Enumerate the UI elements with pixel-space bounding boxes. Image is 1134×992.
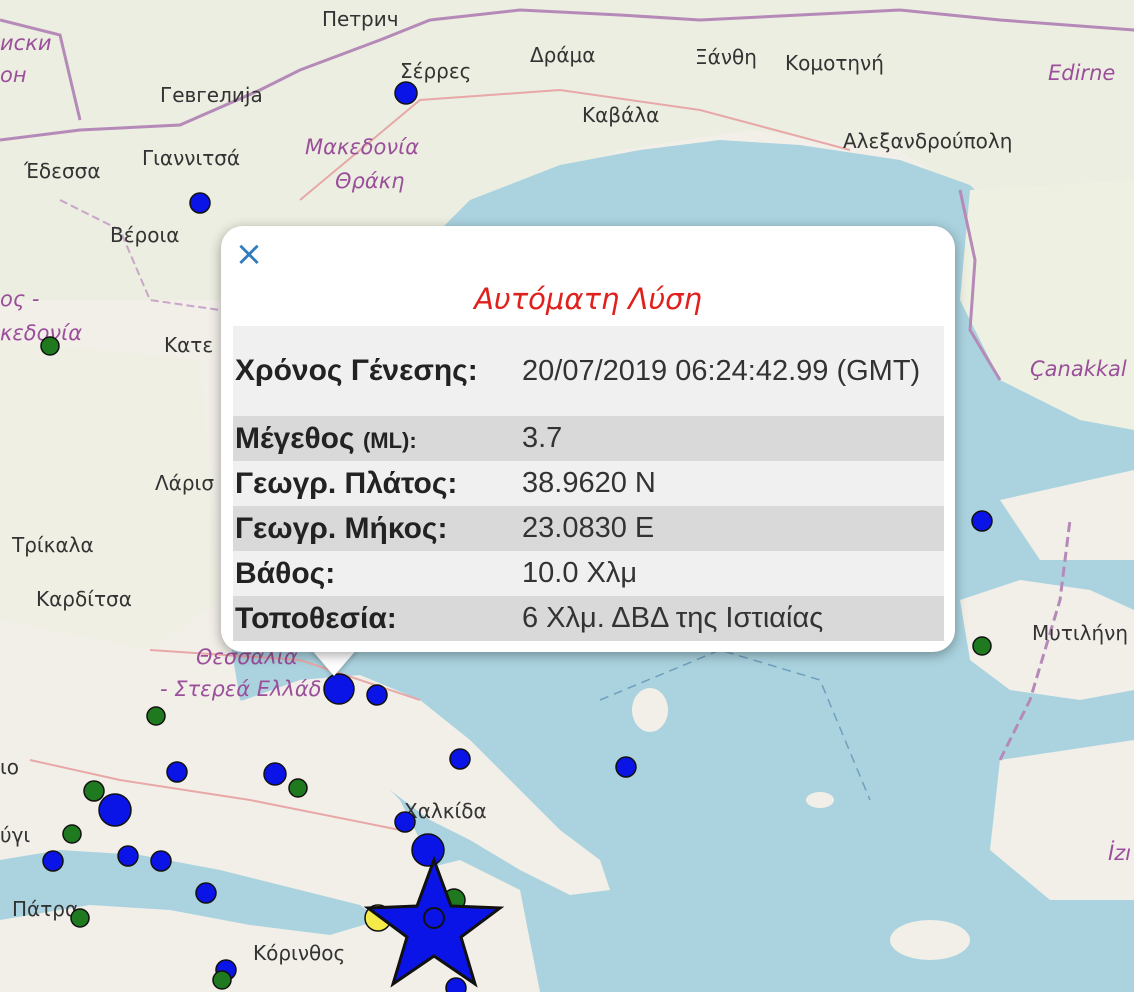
place-label-kavala: Καβάλα [582,103,659,127]
region-label-west-makedonia-2: κεδονία [0,321,82,345]
popup-title: Αυτόματη Λύση [474,282,702,316]
place-label-west-4: ιο [0,755,19,779]
longitude-label: Γεωγρ. Μήκος: [235,511,448,545]
event-marker[interactable] [366,684,388,706]
event-marker[interactable] [40,336,60,356]
place-label-katerini: Κατε [164,333,213,357]
event-marker[interactable] [394,811,416,833]
event-marker[interactable] [971,510,993,532]
table-row: Χρόνος Γένεσης: 20/07/2019 06:24:42.99 (… [233,326,944,416]
event-marker[interactable] [70,908,90,928]
event-popup: × Αυτόματη Λύση Χρόνος Γένεσης: 20/07/20… [221,226,955,652]
place-label-komotini: Κομοτηνή [785,51,884,75]
place-label-korinthos: Κόρινθος [253,941,345,965]
event-marker[interactable] [263,762,287,786]
table-row: Μέγεθος (ML): 3.7 [233,416,944,461]
event-marker[interactable] [98,793,132,827]
place-label-canakkale: Çanakkal [1030,357,1127,381]
place-label-patra: Πάτρα [12,897,78,921]
magnitude-label: Μέγεθος (ML): [233,416,520,461]
table-row: Τοποθεσία: 6 Χλμ. ΔΒΔ της Ιστιαίας [233,596,944,641]
magnitude-unit: (ML): [362,427,417,453]
event-info-table: Χρόνος Γένεσης: 20/07/2019 06:24:42.99 (… [233,326,944,641]
table-row: Βάθος: 10.0 Χλμ [233,551,944,596]
event-marker[interactable] [150,850,172,872]
place-label-drama: Δράμα [530,43,595,67]
place-label-trikala: Τρίκαλα [11,533,94,557]
event-marker[interactable] [411,833,445,867]
event-marker[interactable] [212,970,232,990]
event-marker[interactable] [42,850,64,872]
depth-label: Βάθος: [235,556,336,590]
table-row: Γεωγρ. Μήκος: 23.0830 E [233,506,944,551]
event-marker[interactable] [445,977,467,992]
place-label-karditsa: Καρδίτσα [36,587,132,611]
event-marker[interactable] [288,778,308,798]
event-marker[interactable] [166,761,188,783]
latitude-value: 38.9620 N [522,467,656,499]
event-marker[interactable] [146,706,166,726]
place-label-west-3: ύγι [0,823,30,847]
place-label-serres: Σέρρες [400,59,471,83]
longitude-value: 23.0830 E [522,512,655,544]
place-label-edirne: Edirne [1048,61,1115,85]
place-label-gevgelija: Гевгелија [160,83,263,107]
place-label-west-1: иски [0,31,52,55]
region-label-sterea: - Στερεά Ελλάδ [160,677,322,701]
region-label-makedonia: Μακεδονία [305,135,419,159]
event-marker[interactable] [615,756,637,778]
event-marker[interactable] [423,907,445,929]
place-label-chalkida: Χαλκίδα [404,799,487,823]
event-marker[interactable] [972,636,992,656]
event-marker[interactable] [394,81,418,105]
table-row: Γεωγρ. Πλάτος: 38.9620 N [233,461,944,506]
event-marker[interactable] [449,748,471,770]
place-label-xanthi: Ξάνθη [695,45,757,69]
place-label-west-2: он [0,63,27,87]
place-label-edessa: Έδεσσα [23,159,101,183]
place-label-alexandroupoli: Αλεξανδρούπολη [843,129,1012,153]
depth-value: 10.0 Χλμ [522,557,638,589]
place-label-giannitsa: Γιαννιτσά [142,146,240,170]
origin-time-label: Χρόνος Γένεσης: [235,354,478,387]
place-label-petrich: Петрич [322,7,399,31]
event-marker[interactable] [62,824,82,844]
location-value: 6 Χλμ. ΔΒΔ της Ιστιαίας [522,602,824,634]
popup-tip [310,648,358,676]
region-label-thraki: Θράκη [335,169,404,193]
place-label-mytilini: Μυτιλήνη [1032,621,1128,645]
event-marker[interactable] [83,780,105,802]
magnitude-label-text: Μέγεθος [235,421,355,455]
origin-time-value: 20/07/2019 06:24:42.99 (GMT) [522,355,921,387]
place-label-izmir: İzı [1108,840,1131,865]
magnitude-value: 3.7 [522,422,563,454]
event-marker[interactable] [117,845,139,867]
place-label-veroia: Βέροια [110,223,179,247]
latitude-label: Γεωγρ. Πλάτος: [235,466,458,500]
location-label: Τοποθεσία: [235,601,397,635]
region-label-west-makedonia-1: ος - [0,287,39,311]
close-icon[interactable]: × [231,236,267,272]
place-label-larisa: Λάρισ [155,471,214,495]
event-marker[interactable] [195,882,217,904]
event-marker[interactable] [189,192,211,214]
event-marker-selected[interactable] [323,673,355,705]
